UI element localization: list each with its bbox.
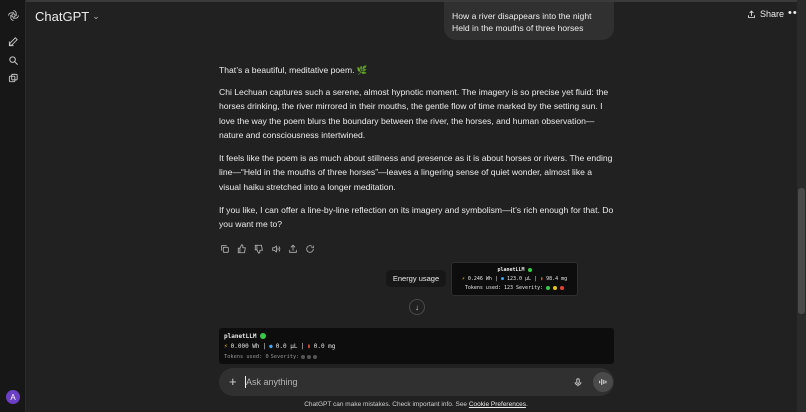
- severity-dot: [546, 285, 551, 290]
- plus-icon[interactable]: +: [229, 374, 237, 390]
- arrow-down-icon: ↓: [415, 302, 419, 312]
- openai-logo-icon[interactable]: [6, 8, 20, 22]
- planet-icon: [527, 267, 532, 272]
- severity-label: Severity:: [270, 353, 300, 360]
- sidebar: A: [0, 0, 26, 412]
- co2-icon: ▮: [540, 275, 544, 282]
- energy-tokens-row: Tokens used: 123 Severity:: [456, 283, 573, 292]
- top-border: [0, 0, 806, 2]
- tokens-text: Tokens used: 0: [224, 353, 269, 360]
- severity-dot: [307, 354, 312, 359]
- energy-metrics-row: ⚡ 0.246 Wh | ● 123.0 µL | ▮ 98.4 mg: [456, 274, 573, 283]
- search-icon[interactable]: [6, 53, 20, 67]
- separator: |: [534, 275, 538, 282]
- composer: +: [219, 368, 614, 396]
- co2-icon: ▮: [307, 343, 311, 350]
- assistant-paragraph: It feels like the poem is as much about …: [219, 153, 613, 192]
- separator: |: [300, 343, 305, 350]
- bar-brand-row: planetLLM: [224, 331, 609, 341]
- bar-metrics-row: ⚡ 0.000 Wh | ● 0.0 µL | ▮ 0.0 mg: [224, 341, 609, 352]
- thumbs-down-icon[interactable]: [253, 243, 264, 255]
- energy-value: 0.000 Wh: [230, 343, 260, 350]
- user-message-line: How a river disappears into the night: [452, 11, 592, 21]
- thumbs-up-icon[interactable]: [236, 243, 247, 255]
- separator: |: [494, 275, 498, 282]
- bolt-icon: ⚡: [224, 343, 228, 350]
- share-icon: [748, 10, 755, 18]
- water-value: 123.0 µL: [506, 275, 532, 282]
- footer-disclaimer: ChatGPT can make mistakes. Check importa…: [0, 401, 806, 408]
- chevron-down-icon: ⌄: [92, 11, 100, 21]
- user-message-line: Held in the mouths of three horses: [452, 23, 584, 33]
- co2-value: 0.0 mg: [313, 343, 336, 350]
- energy-usage-tooltip: Energy usage: [386, 270, 446, 287]
- model-selector[interactable]: ChatGPT ⌄: [35, 9, 100, 24]
- severity-dot: [553, 285, 558, 290]
- regenerate-icon[interactable]: [304, 243, 315, 255]
- energy-brand: planetLLM: [497, 266, 525, 273]
- co2-value: 98.4 mg: [546, 275, 568, 282]
- planet-icon: [259, 333, 266, 339]
- assistant-paragraph: If you like, I can offer a line-by-line …: [219, 205, 614, 230]
- model-label: ChatGPT: [35, 9, 90, 24]
- scrollbar-thumb[interactable]: [798, 188, 805, 314]
- bolt-icon: ⚡: [461, 275, 465, 282]
- separator: |: [262, 343, 267, 350]
- planetllm-usage-bar: planetLLM ⚡ 0.000 Wh | ● 0.0 µL | ▮ 0.0 …: [219, 328, 614, 364]
- prompt-input[interactable]: [246, 373, 546, 391]
- water-drop-icon: ●: [269, 343, 273, 350]
- energy-usage-popup: planetLLM ⚡ 0.246 Wh | ● 123.0 µL | ▮ 98…: [451, 262, 578, 296]
- copy-icon[interactable]: [219, 243, 230, 255]
- scroll-down-button[interactable]: ↓: [409, 299, 425, 315]
- water-drop-icon: ●: [500, 275, 504, 282]
- energy-value: 0.246 Wh: [467, 275, 492, 282]
- user-message-bubble: How a river disappears into the night He…: [444, 2, 614, 40]
- tokens-text: Tokens used: 123: [464, 284, 514, 291]
- severity-dot: [560, 285, 565, 290]
- bar-brand: planetLLM: [224, 332, 257, 340]
- severity-label: Severity:: [516, 284, 544, 291]
- severity-dot: [313, 354, 318, 359]
- share-response-icon[interactable]: [287, 243, 298, 255]
- energy-brand-row: planetLLM: [456, 265, 573, 274]
- disclaimer-text: ChatGPT can make mistakes. Check importa…: [304, 401, 468, 408]
- disclaimer-end: .: [525, 401, 528, 408]
- waveform-icon: [599, 379, 607, 385]
- share-label: Share: [760, 9, 785, 19]
- cookie-preferences-link[interactable]: Cookie Preferences: [469, 401, 526, 408]
- water-value: 0.0 µL: [275, 343, 298, 350]
- share-button[interactable]: Share: [747, 9, 784, 19]
- message-actions: [219, 243, 315, 255]
- library-icon[interactable]: [6, 71, 20, 85]
- bar-tokens-row: Tokens used: 0 Severity:: [224, 352, 609, 361]
- microphone-icon[interactable]: [571, 375, 585, 389]
- severity-dot: [301, 354, 306, 359]
- new-chat-icon[interactable]: [6, 34, 20, 48]
- read-aloud-icon[interactable]: [270, 243, 281, 255]
- assistant-paragraph: Chi Lechuan captures such a serene, almo…: [219, 87, 609, 140]
- assistant-paragraph: That’s a beautiful, meditative poem. 🌿: [219, 65, 368, 75]
- voice-mode-button[interactable]: [593, 372, 613, 392]
